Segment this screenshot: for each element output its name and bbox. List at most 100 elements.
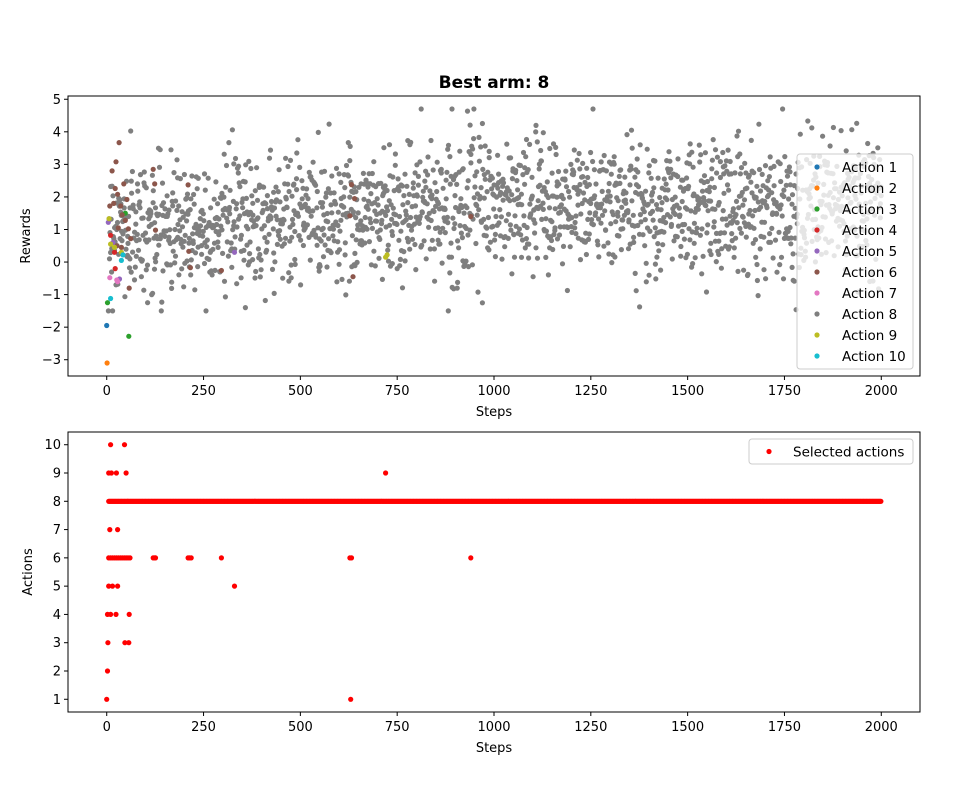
reward-point <box>294 150 300 156</box>
reward-point <box>516 226 523 232</box>
reward-point <box>240 205 246 211</box>
reward-point <box>346 278 352 284</box>
reward-point <box>347 158 353 164</box>
reward-point <box>644 146 650 152</box>
action-point <box>126 611 132 618</box>
actions-x-tick-label: 1750 <box>768 720 801 735</box>
reward-point <box>476 158 482 164</box>
reward-point <box>727 213 733 219</box>
reward-point <box>780 106 786 112</box>
reward-point <box>543 228 550 234</box>
reward-point <box>699 188 706 194</box>
reward-point <box>632 270 638 276</box>
reward-point <box>564 287 571 294</box>
reward-point <box>379 276 385 282</box>
reward-point <box>471 136 477 142</box>
reward-point <box>127 256 133 262</box>
reward-point <box>266 155 273 161</box>
reward-point <box>659 200 665 206</box>
reward-point <box>508 155 514 161</box>
reward-point <box>761 234 767 240</box>
reward-point <box>473 240 479 247</box>
reward-point <box>733 212 739 218</box>
reward-point <box>342 252 348 258</box>
reward-point <box>248 165 254 172</box>
reward-point <box>396 213 403 220</box>
reward-point <box>740 214 746 220</box>
reward-point <box>786 164 793 170</box>
reward-point <box>687 237 693 243</box>
reward-point <box>522 181 528 187</box>
legend-label: Action 6 <box>842 265 897 281</box>
reward-point <box>141 287 147 293</box>
reward-point <box>555 168 562 175</box>
reward-point <box>252 188 258 194</box>
reward-point <box>619 204 625 210</box>
reward-point <box>385 242 391 248</box>
reward-point <box>540 200 546 206</box>
reward-point <box>742 160 748 166</box>
reward-point <box>709 166 715 172</box>
reward-point <box>754 277 761 284</box>
reward-point <box>123 246 129 252</box>
reward-point <box>667 158 673 164</box>
reward-point <box>171 170 177 176</box>
reward-point <box>267 147 274 153</box>
actions-y-tick-label: 3 <box>53 636 61 651</box>
reward-point <box>580 190 587 196</box>
reward-point <box>748 179 754 185</box>
reward-point <box>703 289 710 295</box>
reward-point <box>292 256 298 263</box>
reward-point <box>599 201 605 207</box>
reward-point <box>299 196 305 202</box>
reward-point <box>615 213 621 219</box>
reward-point <box>150 188 156 194</box>
reward-point <box>615 198 621 204</box>
reward-point <box>567 244 573 250</box>
reward-point <box>234 224 240 230</box>
reward-point <box>618 167 624 173</box>
reward-point <box>116 140 122 146</box>
legend-marker <box>814 164 820 170</box>
reward-point <box>705 222 711 228</box>
reward-point <box>782 154 788 160</box>
reward-point <box>500 197 506 203</box>
reward-point <box>298 237 304 243</box>
reward-point <box>229 264 235 270</box>
reward-point <box>684 251 691 257</box>
reward-point <box>777 161 783 167</box>
legend-label: Action 2 <box>842 181 897 197</box>
reward-point <box>425 154 431 160</box>
reward-point <box>324 264 330 270</box>
reward-point <box>107 275 113 281</box>
reward-point <box>738 165 745 171</box>
reward-point <box>752 237 759 243</box>
rewards-y-tick-label: 0 <box>53 256 61 271</box>
reward-point <box>512 213 518 219</box>
reward-point <box>484 189 490 195</box>
reward-point <box>524 224 530 231</box>
reward-point <box>450 215 456 221</box>
reward-point <box>124 196 130 203</box>
action-point <box>105 640 111 646</box>
reward-point <box>616 233 622 239</box>
reward-point <box>179 224 186 230</box>
legend-marker <box>814 248 820 254</box>
reward-point <box>690 164 696 170</box>
reward-point <box>678 253 684 259</box>
reward-point <box>443 177 449 183</box>
reward-point <box>711 219 717 225</box>
reward-point <box>790 251 796 257</box>
reward-point <box>625 208 631 214</box>
reward-point <box>588 149 594 156</box>
reward-point <box>492 237 498 243</box>
reward-point <box>185 182 191 188</box>
reward-point <box>415 173 421 179</box>
reward-point <box>666 149 672 155</box>
reward-point <box>490 223 496 229</box>
reward-point <box>778 254 785 260</box>
reward-point <box>283 196 289 202</box>
reward-point <box>571 169 577 175</box>
reward-point <box>690 261 696 267</box>
reward-point <box>767 154 773 160</box>
